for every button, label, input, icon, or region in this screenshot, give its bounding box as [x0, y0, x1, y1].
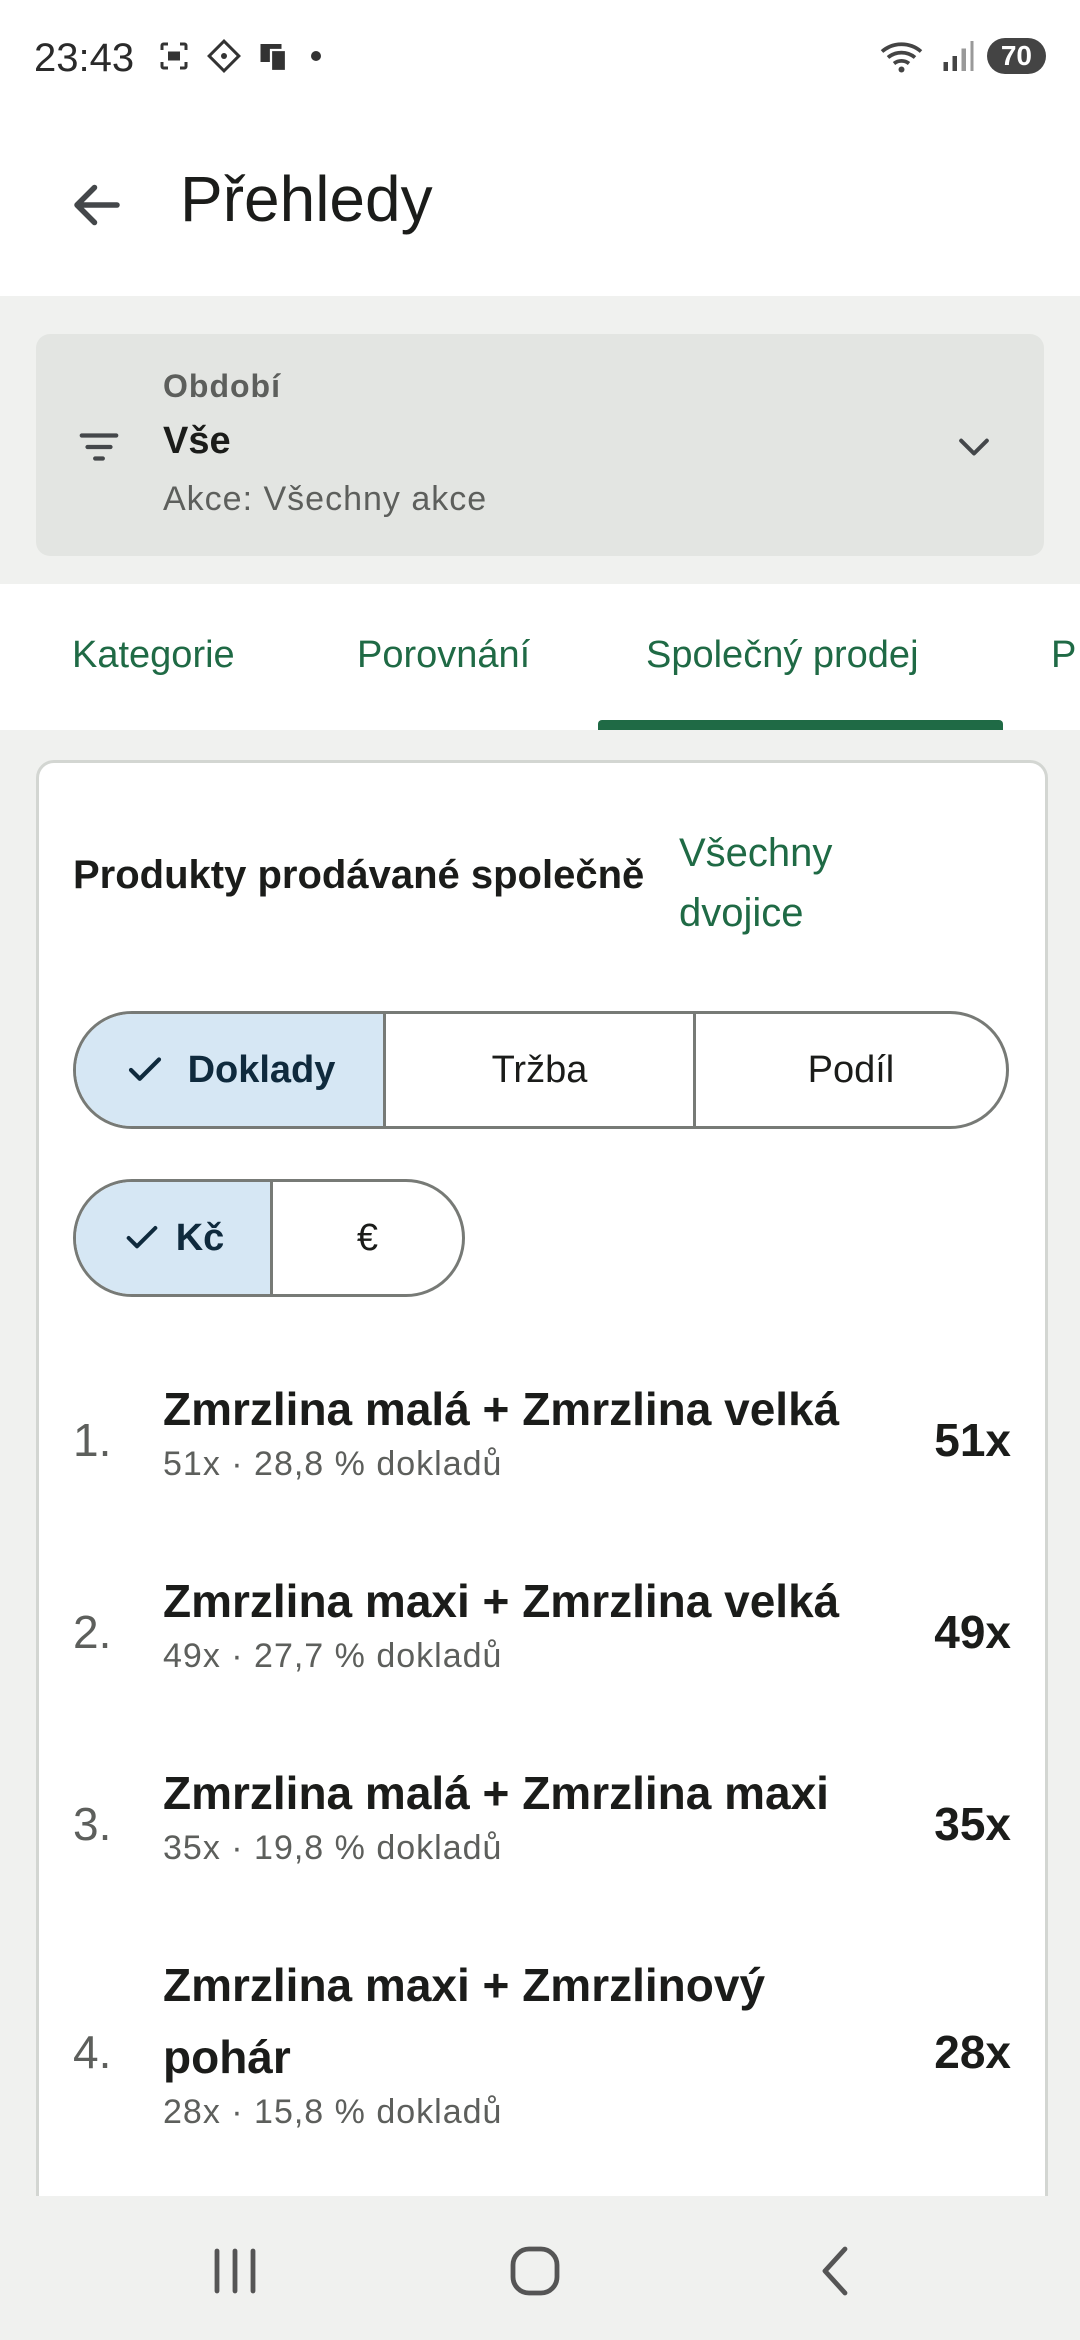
tab-spolecny-prodej[interactable]: Společný prodej [646, 634, 919, 677]
check-icon [126, 1226, 158, 1249]
home-button[interactable] [490, 2236, 580, 2306]
pair-count: 35x [934, 1798, 1011, 1850]
back-button[interactable] [52, 160, 142, 250]
signal-icon [943, 41, 974, 71]
filter-value: Vše [163, 420, 231, 462]
app-notification-icon [207, 39, 241, 73]
pair-detail: 49x · 27,7 % dokladů [163, 1637, 503, 1675]
pair-detail: 51x · 28,8 % dokladů [163, 1445, 503, 1483]
pair-name: Zmrzlina maxi + Zmrzlina velká [163, 1575, 840, 1627]
nav-back-icon [822, 2246, 848, 2296]
battery-indicator: 70 [986, 38, 1046, 74]
pair-count: 49x [934, 1606, 1011, 1658]
pair-name: Zmrzlina malá + Zmrzlina maxi [163, 1767, 829, 1819]
co-selling-card: Produkty prodávané společně Všechny dvoj… [36, 760, 1048, 2246]
metric-option-trzba[interactable]: Tržba [386, 1014, 696, 1126]
filter-icon [79, 433, 119, 461]
pair-rank: 2. [73, 1606, 112, 1658]
tab-selected-indicator [598, 720, 1003, 730]
metric-option-podil[interactable]: Podíl [696, 1014, 1006, 1126]
filter-area: Období Vše Akce: Všechny akce [0, 296, 1080, 584]
pair-detail: 35x · 19,8 % dokladů [163, 1829, 503, 1867]
metric-option-doklady[interactable]: Doklady [76, 1014, 386, 1126]
status-system-icons: 70 [879, 38, 1046, 74]
card-title: Produkty prodávané společně [73, 853, 645, 897]
app-bar: Přehledy [0, 120, 1080, 296]
pair-name: Zmrzlina maxi + Zmrzlinový pohár [163, 1959, 766, 2083]
filter-subtitle: Akce: Všechny akce [163, 480, 488, 518]
status-time: 23:43 [34, 36, 135, 80]
pair-rank: 3. [73, 1798, 112, 1850]
pair-count: 28x [934, 2026, 1011, 2078]
metric-option-label: Podíl [807, 1048, 895, 1091]
device-icon [260, 44, 288, 73]
currency-option-label: € [356, 1216, 379, 1259]
home-icon [510, 2246, 560, 2296]
tab-bar: Kategorie Porovnání Společný prodej P [0, 584, 1080, 730]
pair-detail: 28x · 15,8 % dokladů [163, 2093, 503, 2131]
period-filter-dropdown[interactable]: Období Vše Akce: Všechny akce [36, 334, 1044, 556]
tab-kategorie[interactable]: Kategorie [72, 634, 235, 677]
check-icon [128, 1057, 161, 1081]
pair-name: Zmrzlina malá + Zmrzlina velká [163, 1383, 840, 1435]
currency-segmented-control: Kč € [73, 1179, 465, 1297]
currency-option-eur[interactable]: € [273, 1182, 462, 1294]
metric-segmented-control: Doklady Tržba Podíl [73, 1011, 1009, 1129]
recents-button[interactable] [190, 2236, 280, 2306]
dot-icon [311, 51, 321, 61]
pair-rank: 1. [73, 1414, 112, 1466]
page-title: Přehledy [180, 163, 433, 235]
status-bar: 23:43 70 [0, 0, 1080, 120]
currency-option-czk[interactable]: Kč [76, 1182, 273, 1294]
nav-back-button[interactable] [792, 2236, 882, 2306]
screenshot-icon [160, 42, 188, 70]
wifi-icon [880, 42, 923, 73]
tab-partial-next[interactable]: P [1051, 634, 1076, 677]
metric-option-label: Tržba [491, 1048, 588, 1091]
currency-option-label: Kč [175, 1216, 225, 1259]
pair-rank: 4. [73, 2026, 112, 2078]
recents-icon [214, 2248, 256, 2294]
status-notification-icons [156, 38, 326, 74]
system-navigation-bar [0, 2196, 1080, 2340]
back-arrow-icon [74, 184, 120, 226]
all-pairs-link[interactable]: Všechny dvojice [679, 823, 939, 943]
chevron-down-icon [959, 438, 989, 456]
pair-count: 51x [934, 1414, 1011, 1466]
filter-label: Období [163, 368, 281, 404]
tab-porovnani[interactable]: Porovnání [357, 634, 530, 677]
metric-option-label: Doklady [187, 1048, 336, 1091]
